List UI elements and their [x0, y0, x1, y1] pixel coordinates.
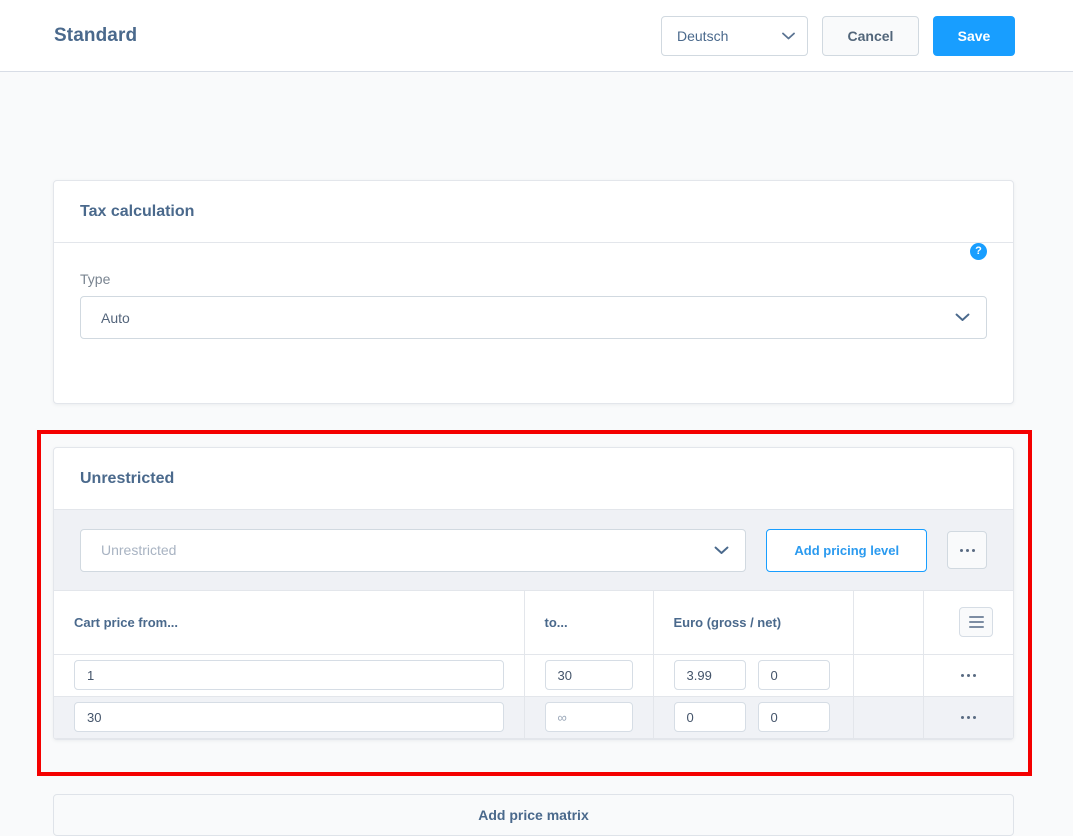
euro-net-input[interactable]: 0: [757, 702, 830, 732]
unrestricted-card-header: Unrestricted: [54, 448, 1013, 510]
row-context-menu-icon[interactable]: [944, 715, 994, 719]
euro-inputs-group: 3.99 0: [673, 660, 833, 690]
cell-spacer: [853, 696, 924, 739]
pricing-rule-select-value: Unrestricted: [101, 542, 177, 558]
tax-type-select[interactable]: Auto: [80, 296, 987, 339]
price-matrix-table-body: 1 30 3.99 0 30 ∞ 0 0: [54, 654, 1013, 739]
pricing-toolbar: Unrestricted Add pricing level: [54, 510, 1013, 591]
column-header-euro: Euro (gross / net): [653, 591, 854, 655]
table-header-row: Cart price from... to... Euro (gross / n…: [54, 591, 1013, 655]
tax-type-select-value: Auto: [101, 309, 130, 326]
cell-cart-price-from: 30: [54, 696, 525, 739]
cart-price-from-input[interactable]: 1: [74, 660, 504, 690]
save-button[interactable]: Save: [933, 15, 1015, 56]
pricing-context-menu-button[interactable]: [947, 531, 987, 569]
list-settings-button[interactable]: [959, 607, 993, 638]
table-settings-cell: [944, 607, 993, 638]
cart-price-to-input[interactable]: 30: [544, 660, 633, 690]
table-row: 30 ∞ 0 0: [54, 696, 1013, 739]
cell-row-actions: [923, 654, 1013, 697]
price-matrix-table: Cart price from... to... Euro (gross / n…: [54, 591, 1013, 739]
cart-price-from-input[interactable]: 30: [74, 702, 504, 732]
chevron-down-icon: [714, 546, 729, 555]
cell-euro: 3.99 0: [653, 654, 854, 697]
add-pricing-level-button[interactable]: Add pricing level: [766, 528, 928, 572]
tax-calculation-card: Tax calculation ? Type Auto: [53, 180, 1014, 404]
euro-gross-input[interactable]: 0: [673, 702, 746, 732]
tax-calculation-card-header: Tax calculation: [54, 181, 1013, 243]
euro-net-input[interactable]: 0: [757, 660, 830, 690]
cell-cart-price-from: 1: [54, 654, 525, 697]
pricing-rule-select[interactable]: Unrestricted: [80, 528, 747, 572]
ellipsis-icon: [959, 548, 975, 552]
table-row: 1 30 3.99 0: [54, 654, 1013, 697]
language-select[interactable]: Deutsch: [661, 15, 808, 56]
cell-spacer: [853, 654, 924, 697]
column-header-to: to...: [524, 591, 654, 655]
euro-inputs-group: 0 0: [673, 702, 833, 732]
hamburger-icon-bar: [968, 621, 984, 624]
type-field-label: Type: [80, 271, 111, 287]
language-select-value: Deutsch: [677, 27, 729, 44]
column-header-actions: [923, 591, 1013, 655]
price-matrix-table-head: Cart price from... to... Euro (gross / n…: [54, 591, 1013, 655]
column-header-spacer: [853, 591, 924, 655]
tax-calculation-body: ? Type Auto: [54, 243, 1013, 339]
cancel-button[interactable]: Cancel: [822, 15, 919, 56]
row-context-menu-icon[interactable]: [944, 673, 994, 677]
unrestricted-card: Unrestricted Unrestricted Add pricing le…: [53, 447, 1014, 740]
chevron-down-icon: [955, 313, 970, 322]
top-header-bar: Standard Deutsch Cancel Save: [0, 0, 1073, 72]
page-title: Standard: [54, 24, 138, 46]
cell-euro: 0 0: [653, 696, 854, 739]
tax-calculation-title: Tax calculation: [80, 202, 195, 220]
help-icon[interactable]: ?: [970, 243, 987, 260]
euro-gross-input[interactable]: 3.99: [673, 660, 746, 690]
hamburger-icon-bar: [968, 626, 984, 629]
cell-to: 30: [524, 654, 654, 697]
add-price-matrix-button[interactable]: Add price matrix: [53, 794, 1014, 836]
column-header-cart-price-from: Cart price from...: [54, 591, 525, 655]
cart-price-to-input[interactable]: ∞: [544, 702, 633, 732]
unrestricted-title: Unrestricted: [80, 469, 175, 487]
cell-to: ∞: [524, 696, 654, 739]
hamburger-icon-bar: [968, 616, 984, 619]
chevron-down-icon: [782, 32, 795, 40]
cell-row-actions: [923, 696, 1013, 739]
header-actions: Deutsch Cancel Save: [661, 15, 1015, 56]
